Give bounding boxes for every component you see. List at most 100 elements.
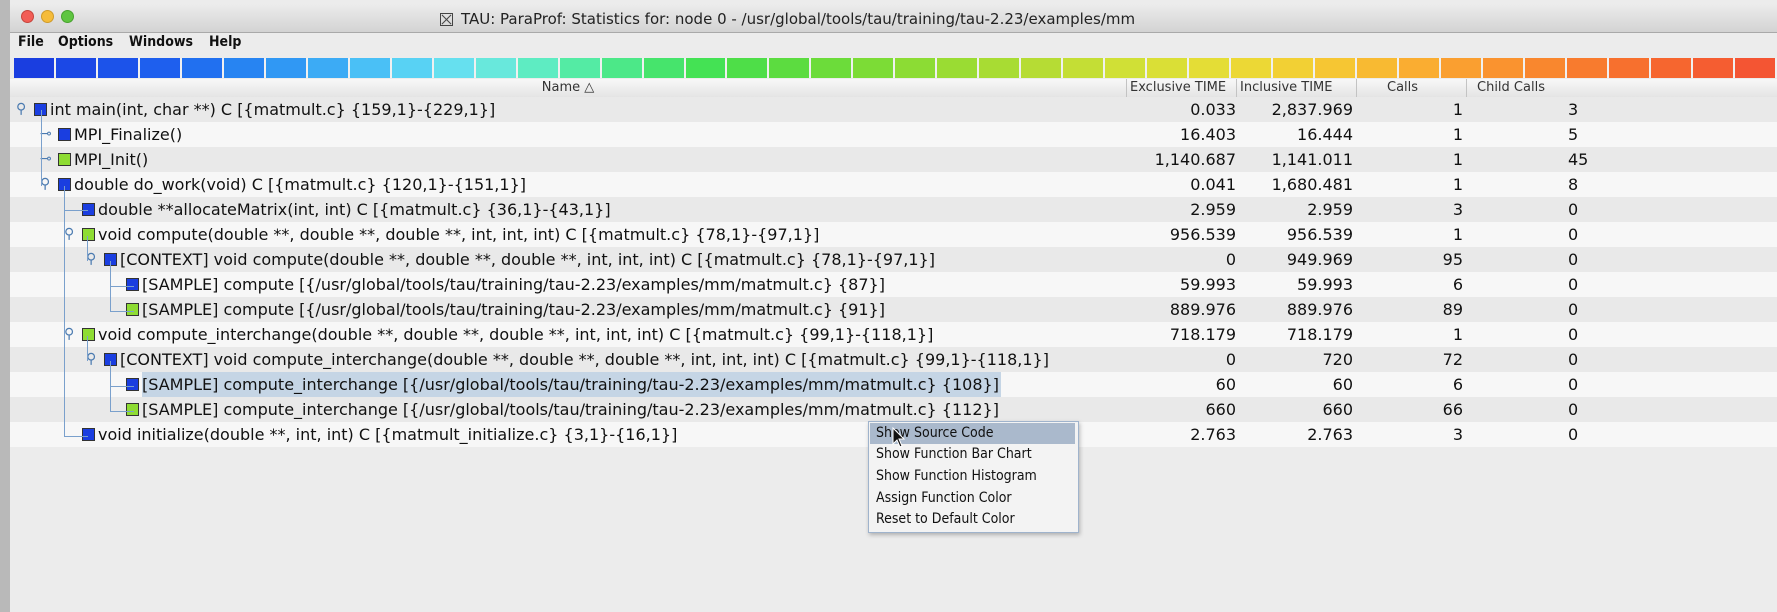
calls-value: 1 (1452, 150, 1463, 169)
color-swatch (265, 58, 308, 78)
child-calls-value: 0 (1568, 300, 1579, 319)
exclusive-time-value: 956.539 (1169, 225, 1236, 244)
function-name[interactable]: MPI_Init() (74, 147, 150, 172)
calls-value: 1 (1452, 325, 1463, 344)
table-row[interactable]: ⚲ void compute(double **, double **, doub… (10, 222, 1777, 247)
zoom-button[interactable] (61, 10, 74, 23)
column-header-inclusive[interactable]: Inclusive TIME (1236, 79, 1356, 97)
function-name[interactable]: double do_work(void) C [{matmult.c} {120… (74, 172, 528, 197)
function-name[interactable]: [CONTEXT] void compute(double **, double… (120, 247, 937, 272)
table-row[interactable]: ⚲ [CONTEXT] void compute(double **, doubl… (10, 247, 1777, 272)
menu-file[interactable]: File (18, 34, 44, 50)
color-swatch (1063, 58, 1106, 78)
color-swatch (1189, 58, 1232, 78)
color-swatch (1021, 58, 1064, 78)
child-calls-value: 45 (1568, 150, 1589, 169)
color-swatch (1692, 58, 1735, 78)
exclusive-time-value: 1,140.687 (1154, 150, 1236, 169)
function-name[interactable]: [CONTEXT] void compute_interchange(doubl… (120, 347, 1051, 372)
table-row[interactable]: [SAMPLE] compute [{/usr/global/tools/tau… (10, 272, 1777, 297)
tree-guide-line (87, 236, 88, 261)
column-header-child-calls[interactable]: Child Calls (1466, 79, 1777, 97)
tree-guide-line (110, 286, 134, 287)
table-row[interactable]: ⊸ MPI_Init() 1,140.687 1,141.011 1 45 (10, 147, 1777, 172)
function-name[interactable]: double **allocateMatrix(int, int) C [{ma… (98, 197, 613, 222)
function-name[interactable]: void compute(double **, double **, doubl… (98, 222, 821, 247)
function-color-icon (82, 428, 95, 441)
calls-value: 66 (1442, 400, 1463, 419)
expanded-toggle-icon[interactable]: ⚲ (64, 322, 74, 347)
function-name[interactable]: [SAMPLE] compute [{/usr/global/tools/tau… (142, 297, 887, 322)
function-name[interactable]: int main(int, char **) C [{matmult.c} {1… (50, 97, 497, 122)
color-swatch (1440, 58, 1483, 78)
color-swatch (1315, 58, 1357, 78)
table-row[interactable]: ⚲ int main(int, char **) C [{matmult.c} {… (10, 97, 1777, 122)
color-swatch (475, 58, 518, 78)
menu-help[interactable]: Help (209, 34, 241, 50)
menu-item-assign-function-color[interactable]: Assign Function Color (870, 488, 1075, 509)
exclusive-time-value: 660 (1205, 400, 1236, 419)
child-calls-value: 5 (1568, 125, 1579, 144)
table-row[interactable]: ⚲ double do_work(void) C [{matmult.c} {12… (10, 172, 1777, 197)
column-header-calls[interactable]: Calls (1356, 79, 1466, 97)
menu-item-show-function-histogram[interactable]: Show Function Histogram (870, 466, 1075, 487)
calls-value: 3 (1452, 425, 1463, 444)
table-row[interactable]: [SAMPLE] compute_interchange [{/usr/glob… (10, 397, 1777, 422)
function-name[interactable]: void initialize(double **, int, int) C [… (98, 422, 679, 447)
function-name[interactable]: MPI_Finalize() (74, 122, 184, 147)
color-swatch (1398, 58, 1441, 78)
inclusive-time-value: 1,680.481 (1271, 175, 1353, 194)
table-row[interactable]: [SAMPLE] compute_interchange [{/usr/glob… (10, 372, 1777, 397)
table-row[interactable]: ⚲ void compute_interchange(double **, dou… (10, 322, 1777, 347)
function-name[interactable]: void compute_interchange(double **, doub… (98, 322, 935, 347)
function-name[interactable]: [SAMPLE] compute_interchange [{/usr/glob… (142, 397, 1001, 422)
expanded-toggle-icon[interactable]: ⚲ (64, 222, 74, 247)
expanded-toggle-icon[interactable]: ⚲ (16, 97, 26, 122)
function-color-icon (58, 128, 71, 141)
inclusive-time-value: 2.763 (1307, 425, 1353, 444)
minimize-button[interactable] (41, 10, 54, 23)
tree-guide-line (64, 210, 88, 211)
color-swatch (14, 58, 56, 78)
function-name[interactable]: [SAMPLE] compute [{/usr/global/tools/tau… (142, 272, 887, 297)
color-swatch (349, 58, 392, 78)
column-header-name[interactable]: Name △ (10, 79, 1126, 97)
calls-value: 1 (1452, 175, 1463, 194)
child-calls-value: 0 (1568, 275, 1579, 294)
calls-value: 6 (1452, 275, 1463, 294)
column-header-exclusive[interactable]: Exclusive TIME (1126, 79, 1236, 97)
table-row[interactable]: ⚲ [CONTEXT] void compute_interchange(doub… (10, 347, 1777, 372)
inclusive-time-value: 720 (1322, 350, 1353, 369)
menu-windows[interactable]: Windows (129, 34, 193, 50)
exclusive-time-value: 60 (1215, 375, 1236, 394)
inclusive-time-value: 59.993 (1297, 275, 1353, 294)
calls-value: 1 (1452, 125, 1463, 144)
inclusive-time-value: 660 (1322, 400, 1353, 419)
child-calls-value: 0 (1568, 250, 1579, 269)
menu-options[interactable]: Options (58, 34, 113, 50)
inclusive-time-value: 60 (1332, 375, 1353, 394)
table-row[interactable]: double **allocateMatrix(int, int) C [{ma… (10, 197, 1777, 222)
title-bar[interactable]: TAU: ParaProf: Statistics for: node 0 - … (10, 4, 1777, 33)
exclusive-time-value: 16.403 (1180, 125, 1236, 144)
menu-item-reset-default-color[interactable]: Reset to Default Color (870, 509, 1075, 530)
table-row[interactable]: [SAMPLE] compute [{/usr/global/tools/tau… (10, 297, 1777, 322)
calls-value: 3 (1452, 200, 1463, 219)
tree-guide-line (64, 436, 88, 437)
color-swatch (307, 58, 350, 78)
color-swatch (391, 58, 434, 78)
child-calls-value: 0 (1568, 200, 1579, 219)
color-swatch (979, 58, 1022, 78)
child-calls-value: 0 (1568, 225, 1579, 244)
tree-guide-line (64, 186, 65, 436)
inclusive-time-value: 956.539 (1286, 225, 1353, 244)
color-swatch (643, 58, 686, 78)
inclusive-time-value: 2,837.969 (1271, 100, 1353, 119)
table-row[interactable]: ⊸ MPI_Finalize() 16.403 16.444 1 5 (10, 122, 1777, 147)
color-swatch (853, 58, 896, 78)
color-swatch (811, 58, 854, 78)
x11-app-icon (440, 13, 453, 26)
function-name[interactable]: [SAMPLE] compute_interchange [{/usr/glob… (142, 372, 1001, 397)
color-swatch (559, 58, 602, 78)
close-button[interactable] (21, 10, 34, 23)
